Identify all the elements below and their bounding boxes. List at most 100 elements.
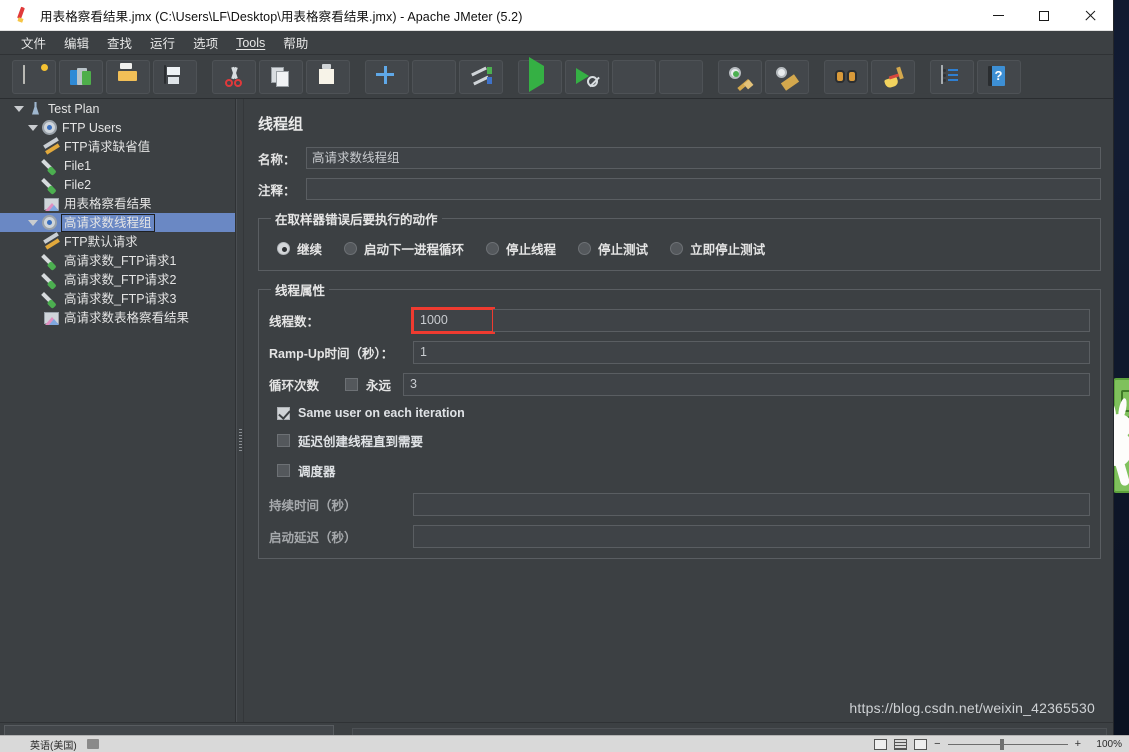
- tree-node-view-results-in-table[interactable]: 用表格察看结果: [0, 194, 235, 213]
- toolbar-cut-button[interactable]: [212, 59, 256, 94]
- ime-language-label[interactable]: 英语(美国): [30, 737, 77, 752]
- menu-item-file[interactable]: 文件: [12, 31, 55, 54]
- tree-node-ftp-users[interactable]: FTP Users: [0, 118, 235, 137]
- draft-view-icon[interactable]: [914, 738, 928, 750]
- toolbar-clear-all-button[interactable]: [765, 59, 809, 94]
- radio-stop-thread[interactable]: 停止线程: [486, 239, 556, 258]
- duration-input[interactable]: [413, 493, 1090, 516]
- toolbar-clear-button[interactable]: [718, 59, 762, 94]
- tree-node-ftp-request-2[interactable]: 高请求数_FTP请求2: [0, 270, 235, 290]
- delayed-start-checkbox[interactable]: [277, 434, 290, 447]
- chevron-down-icon[interactable]: [26, 216, 39, 229]
- ime-keyboard-icon[interactable]: [86, 739, 99, 749]
- toolbar-copy-button[interactable]: [259, 59, 303, 94]
- split-pane-divider[interactable]: [236, 99, 244, 722]
- thread-count-row: 线程数： 1000: [269, 307, 1090, 334]
- error-action-legend: 在取样器错误后要执行的动作: [275, 213, 438, 227]
- tree-node-label: File2: [64, 177, 92, 192]
- toolbar-help-button[interactable]: ?: [977, 59, 1021, 94]
- toolbar-expand-all-button[interactable]: [365, 59, 409, 94]
- tree-node-high-request-results-table[interactable]: 高请求数表格察看结果: [0, 308, 235, 327]
- toolbar-open-button[interactable]: [106, 59, 150, 94]
- scheduler-row[interactable]: 调度器: [277, 461, 1090, 480]
- tree-node-ftp-default-request[interactable]: FTP默认请求: [0, 231, 235, 251]
- same-user-row[interactable]: Same user on each iteration: [277, 406, 1090, 420]
- delayed-start-row[interactable]: 延迟创建线程直到需要: [277, 431, 1090, 450]
- radio-start-next-loop[interactable]: 启动下一进程循环: [344, 239, 464, 258]
- radio-dot-icon: [486, 242, 500, 255]
- tree-node-test-plan[interactable]: Test Plan: [0, 99, 235, 118]
- error-action-group: 在取样器错误后要执行的动作 继续 启动下一进程循环 停止线程 停止测试 立即停止…: [258, 209, 1101, 271]
- menu-item-search[interactable]: 查找: [98, 31, 141, 54]
- thread-group-editor-panel: 线程组 名称： 高请求数线程组 注释： 在取样器错误后要执行的动作 继续 启动下…: [244, 99, 1113, 722]
- forever-label: 永远: [366, 379, 392, 393]
- forever-checkbox-wrap[interactable]: 永远: [345, 375, 391, 394]
- toolbar-shutdown-button[interactable]: [659, 59, 703, 94]
- startup-delay-label: 启动延迟（秒）: [269, 531, 357, 545]
- radio-stop-test-now[interactable]: 立即停止测试: [670, 239, 765, 258]
- chevron-down-icon[interactable]: [26, 121, 39, 134]
- tree-node-ftp-request-1[interactable]: 高请求数_FTP请求1: [0, 251, 235, 271]
- toolbar-templates-button[interactable]: [59, 59, 103, 94]
- zoom-slider[interactable]: [947, 738, 1068, 750]
- tree-node-high-request-thread-group[interactable]: 高请求数线程组: [0, 213, 235, 232]
- page-title: 线程组: [258, 116, 304, 133]
- radio-stop-test[interactable]: 停止测试: [578, 239, 648, 258]
- listener-icon: [43, 196, 60, 212]
- radio-label: 立即停止测试: [690, 243, 766, 257]
- radio-dot-icon: [344, 242, 358, 255]
- forever-checkbox[interactable]: [345, 378, 358, 391]
- maximize-button[interactable]: [1021, 0, 1067, 31]
- toolbar-start-no-pauses-button[interactable]: [565, 59, 609, 94]
- tree-node-file2[interactable]: File2: [0, 175, 235, 195]
- same-user-checkbox[interactable]: [277, 406, 290, 420]
- toolbar-separator: [506, 60, 515, 94]
- toolbar-stop-button[interactable]: [612, 59, 656, 94]
- zoom-in-button[interactable]: +: [1075, 738, 1081, 750]
- menu-item-help[interactable]: 帮助: [274, 31, 317, 54]
- tree-node-ftp-request-defaults[interactable]: FTP请求缺省值: [0, 136, 235, 156]
- close-button[interactable]: [1067, 0, 1113, 31]
- name-input[interactable]: 高请求数线程组: [306, 147, 1101, 169]
- toolbar-new-test-plan-button[interactable]: [12, 59, 56, 94]
- comment-input[interactable]: [306, 178, 1101, 200]
- loop-count-row: 循环次数 永远 3: [269, 373, 1090, 396]
- thread-group-icon: [41, 119, 58, 136]
- toolbar-start-button[interactable]: [518, 56, 562, 94]
- menu-item-run[interactable]: 运行: [141, 31, 184, 54]
- sampler-icon: [41, 272, 60, 290]
- toolbar-collapse-all-button[interactable]: [412, 59, 456, 94]
- minimize-button[interactable]: [975, 0, 1021, 31]
- radio-continue[interactable]: 继续: [277, 239, 322, 258]
- thread-count-field-remainder[interactable]: [493, 309, 1090, 332]
- web-layout-view-icon[interactable]: [894, 738, 908, 750]
- startup-delay-input[interactable]: [413, 525, 1090, 548]
- scheduler-label: 调度器: [298, 465, 336, 479]
- toolbar-search-button[interactable]: [824, 59, 868, 94]
- test-plan-tree[interactable]: Test Plan FTP Users FTP请求缺省值 File1 File2: [0, 99, 236, 722]
- split-pane-grip[interactable]: [239, 429, 242, 451]
- toolbar-function-helper-button[interactable]: [930, 59, 974, 94]
- zoom-slider-knob[interactable]: [999, 738, 1004, 750]
- radio-dot-icon: [277, 242, 290, 255]
- chevron-down-icon[interactable]: [12, 102, 25, 115]
- menu-item-edit[interactable]: 编辑: [55, 31, 98, 54]
- zoom-out-button[interactable]: −: [934, 738, 940, 750]
- tree-node-ftp-request-3[interactable]: 高请求数_FTP请求3: [0, 289, 235, 309]
- toolbar-reset-search-button[interactable]: [871, 59, 915, 94]
- menu-item-tools[interactable]: Tools: [227, 34, 274, 52]
- tree-node-label: FTP Users: [62, 120, 122, 135]
- main-split-pane: Test Plan FTP Users FTP请求缺省值 File1 File2: [0, 99, 1113, 722]
- print-layout-view-icon[interactable]: [874, 738, 888, 750]
- toolbar-paste-button[interactable]: [306, 59, 350, 94]
- menu-item-options[interactable]: 选项: [184, 31, 227, 54]
- toolbar-save-button[interactable]: [153, 59, 197, 94]
- thread-count-input[interactable]: 1000: [411, 307, 495, 334]
- toolbar-toggle-button[interactable]: [459, 59, 503, 94]
- radio-label: 继续: [297, 243, 323, 257]
- tree-node-file1[interactable]: File1: [0, 156, 235, 176]
- scheduler-checkbox[interactable]: [277, 464, 290, 477]
- loop-count-input[interactable]: 3: [403, 373, 1090, 396]
- rampup-input[interactable]: 1: [413, 341, 1090, 364]
- tree-node-label: 高请求数线程组: [61, 213, 155, 232]
